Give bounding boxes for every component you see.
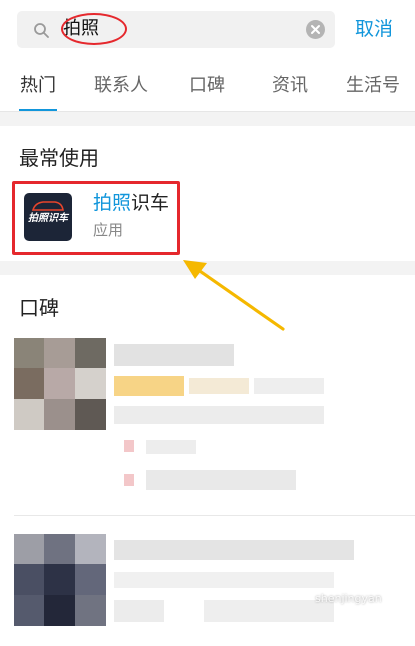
search-icon bbox=[34, 23, 49, 38]
search-header: 拍照 取消 bbox=[0, 0, 415, 60]
watermark: shenjingyan bbox=[315, 592, 382, 605]
tab-contacts[interactable]: 联系人 bbox=[94, 73, 148, 99]
review-card[interactable] bbox=[14, 534, 415, 634]
review-thumbnail bbox=[14, 534, 106, 626]
review-card[interactable] bbox=[14, 338, 415, 498]
search-input[interactable]: 拍照 bbox=[17, 11, 335, 48]
tab-hot[interactable]: 热门 bbox=[20, 73, 56, 99]
active-tab-indicator bbox=[19, 109, 57, 111]
tab-life-accounts[interactable]: 生活号 bbox=[346, 73, 400, 99]
annotation-rectangle bbox=[12, 181, 180, 255]
clear-icon[interactable] bbox=[306, 20, 325, 39]
cancel-button[interactable]: 取消 bbox=[355, 15, 393, 43]
annotation-circle bbox=[61, 13, 127, 45]
review-thumbnail bbox=[14, 338, 106, 430]
koubei-title: 口碑 bbox=[19, 296, 59, 320]
annotation-arrow-icon bbox=[183, 260, 285, 331]
most-used-title: 最常使用 bbox=[19, 146, 99, 170]
tab-koubei[interactable]: 口碑 bbox=[189, 73, 225, 99]
category-tabs: 热门 联系人 口碑 资讯 生活号 bbox=[0, 60, 415, 112]
tab-news[interactable]: 资讯 bbox=[272, 73, 308, 99]
section-gap bbox=[0, 112, 415, 126]
card-divider bbox=[14, 515, 415, 516]
